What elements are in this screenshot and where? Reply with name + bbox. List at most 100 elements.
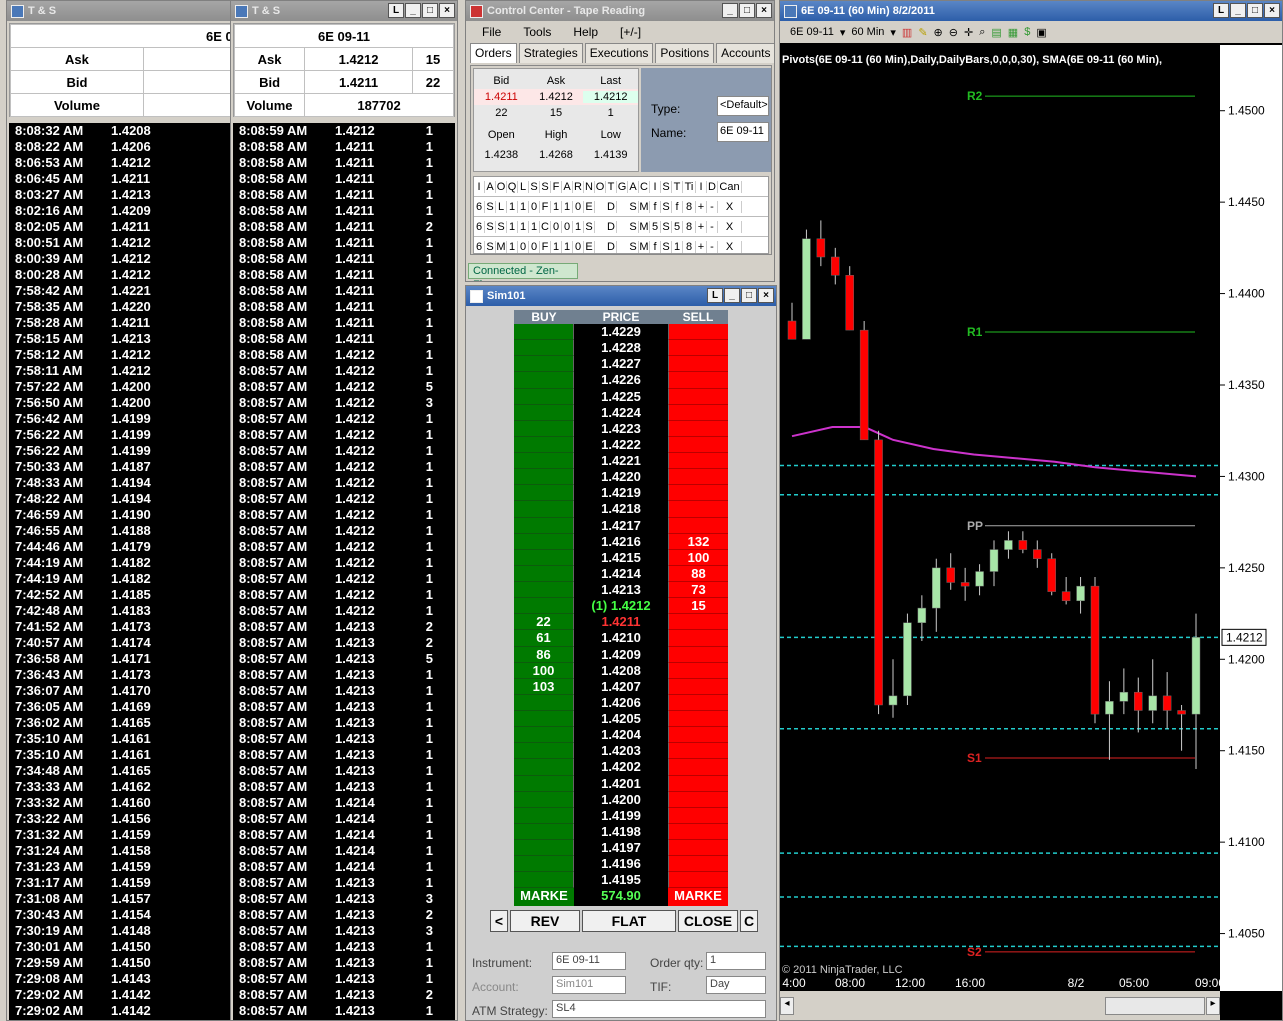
tab-positions[interactable]: Positions — [655, 43, 715, 63]
bars-icon[interactable]: ▥ — [902, 26, 912, 39]
sell-cell[interactable] — [668, 340, 728, 357]
sell-cell[interactable] — [668, 775, 728, 792]
buy-cell[interactable] — [514, 775, 574, 792]
buy-cell[interactable] — [514, 356, 574, 373]
dom-titlebar[interactable]: Sim101 L _ □ × — [466, 286, 776, 306]
minimize-button[interactable]: _ — [405, 3, 421, 18]
sell-market-button[interactable]: MARKE — [668, 888, 728, 907]
sell-cell[interactable]: 100 — [668, 549, 728, 566]
properties-icon[interactable]: ▣ — [1036, 26, 1046, 39]
buy-cell[interactable] — [514, 420, 574, 437]
buy-cell[interactable] — [514, 823, 574, 840]
close-button[interactable]: × — [1264, 3, 1280, 18]
maximize-button[interactable]: □ — [739, 3, 755, 18]
pencil-icon[interactable]: ✎ — [918, 26, 927, 39]
flatten-button[interactable]: FLAT — [582, 910, 676, 932]
sell-cell[interactable] — [668, 420, 728, 437]
sell-cell[interactable] — [668, 840, 728, 857]
tab-accounts[interactable]: Accounts — [716, 43, 774, 63]
buy-cell[interactable] — [514, 840, 574, 857]
interval-selector[interactable]: 60 Min — [851, 26, 884, 38]
buy-cell[interactable] — [514, 694, 574, 711]
buy-cell[interactable] — [514, 582, 574, 599]
sell-cell[interactable] — [668, 872, 728, 889]
orders-grid-row[interactable]: I A O Q L S S F A R N O T G A C I S T Ti I D Can — [474, 177, 768, 197]
orders-grid-row[interactable]: 6 S L 1 1 0 F 1 1 0 E D S Mf Sf 8 + - X — [474, 197, 768, 217]
buy-cell[interactable] — [514, 533, 574, 550]
sell-cell[interactable]: 73 — [668, 582, 728, 599]
buy-cell[interactable] — [514, 388, 574, 405]
sell-cell[interactable] — [668, 469, 728, 486]
menu-file[interactable]: File — [482, 25, 501, 39]
close-button[interactable]: × — [756, 3, 772, 18]
close-position-button[interactable]: CLOSE — [678, 910, 738, 932]
link-button[interactable]: L — [707, 288, 723, 303]
sell-cell[interactable] — [668, 372, 728, 389]
tif-select[interactable]: Day — [706, 976, 766, 994]
buy-cell[interactable] — [514, 727, 574, 744]
sell-cell[interactable] — [668, 759, 728, 776]
sell-cell[interactable] — [668, 324, 728, 341]
price-axis[interactable]: 1.4500 1.4450 1.4400 1.4350 1.4300 1.4250 1.42… — [1220, 45, 1282, 991]
sell-cell[interactable]: 88 — [668, 565, 728, 582]
link-button[interactable]: L — [1213, 3, 1229, 18]
close-button[interactable]: × — [758, 288, 774, 303]
tab-strategies[interactable]: Strategies — [518, 43, 583, 63]
buy-cell[interactable] — [514, 404, 574, 421]
zoom-in-icon[interactable]: ⊕ — [934, 26, 943, 39]
maximize-button[interactable]: □ — [422, 3, 438, 18]
price-chart[interactable]: Pivots(6E 09-11 (60 Min),Daily,DailyBars… — [780, 45, 1225, 991]
search-icon[interactable]: ⌕ — [979, 26, 985, 39]
sell-cell[interactable] — [668, 356, 728, 373]
buy-cell[interactable]: 103 — [514, 678, 574, 695]
minimize-button[interactable]: _ — [724, 288, 740, 303]
buy-cell[interactable] — [514, 872, 574, 889]
buy-cell[interactable]: 86 — [514, 646, 574, 663]
buy-cell[interactable]: 100 — [514, 662, 574, 679]
sell-cell[interactable] — [668, 743, 728, 760]
dollar-icon[interactable]: $ — [1024, 26, 1030, 38]
menu-tools[interactable]: Tools — [523, 25, 551, 39]
close-button[interactable]: × — [439, 3, 455, 18]
buy-cell[interactable] — [514, 324, 574, 341]
sell-cell[interactable]: 15 — [668, 598, 728, 615]
order-qty-stepper[interactable]: 1 — [706, 952, 766, 970]
minimize-button[interactable]: _ — [1230, 3, 1246, 18]
buy-cell[interactable] — [514, 549, 574, 566]
reverse-button[interactable]: REV — [510, 910, 580, 932]
instrument-selector[interactable]: 6E 09-11 — [790, 26, 834, 38]
ts-trade-list[interactable]: 8:08:59 AM 1.4212 1 8:08:58 AM 1.4211 1 8:08:5… — [233, 123, 455, 1020]
sell-cell[interactable] — [668, 404, 728, 421]
menu-expand[interactable]: [+/-] — [620, 25, 641, 39]
buy-cell[interactable] — [514, 340, 574, 357]
tab-executions[interactable]: Executions — [584, 43, 654, 63]
sell-cell[interactable] — [668, 694, 728, 711]
buy-cell[interactable] — [514, 711, 574, 728]
instrument-select[interactable]: 6E 09-11 — [552, 952, 626, 970]
atm-strategy-select[interactable]: SL4 — [552, 1000, 766, 1018]
buy-cell[interactable] — [514, 807, 574, 824]
buy-cell[interactable] — [514, 436, 574, 453]
chevron-down-icon[interactable]: ▾ — [890, 26, 896, 39]
name-field[interactable]: 6E 09-11 — [717, 122, 769, 142]
buy-cell[interactable] — [514, 598, 574, 615]
scroll-right-arrow[interactable]: ▸ — [1206, 997, 1220, 1015]
link-button[interactable]: L — [388, 3, 404, 18]
sell-cell[interactable] — [668, 453, 728, 470]
scroll-left-arrow[interactable]: ◂ — [780, 997, 794, 1015]
minimize-button[interactable]: _ — [722, 3, 738, 18]
sell-cell[interactable] — [668, 727, 728, 744]
type-select[interactable]: <Default> — [717, 96, 769, 116]
collapse-left-button[interactable]: < — [490, 910, 508, 932]
control-center-titlebar[interactable]: Control Center - Tape Reading _ □ × — [466, 1, 774, 21]
sell-cell[interactable] — [668, 501, 728, 518]
tab-orders[interactable]: Orders — [470, 43, 517, 63]
sell-cell[interactable] — [668, 823, 728, 840]
buy-cell[interactable] — [514, 372, 574, 389]
buy-cell[interactable]: 22 — [514, 614, 574, 631]
sell-cell[interactable] — [668, 856, 728, 873]
buy-market-button[interactable]: MARKE — [514, 888, 574, 907]
ts-window-2-titlebar[interactable]: T & S L _ □ × — [231, 1, 457, 21]
orders-grid[interactable]: I A O Q L S S F A R N O T G A C I S T Ti I D Can 6 S L 1 1 0 F 1 1 0 E D S M… — [473, 176, 769, 254]
sell-cell[interactable] — [668, 485, 728, 502]
